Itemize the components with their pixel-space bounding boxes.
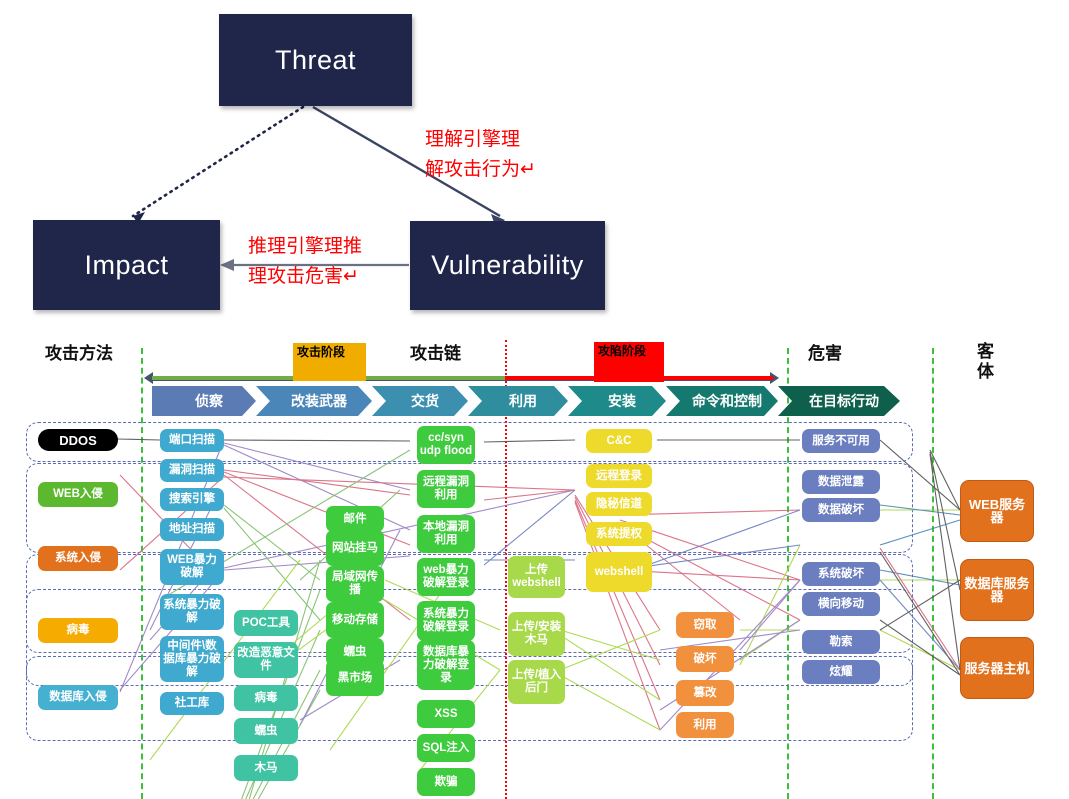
header-object: 客体: [977, 342, 994, 381]
node-trojan-weapon[interactable]: 木马: [234, 755, 298, 781]
node-system-brute-login[interactable]: 系统暴力破解登录: [417, 601, 475, 641]
kill-chain-stage-label: 在目标行动: [809, 393, 879, 409]
node-ransom[interactable]: 勒索: [802, 630, 880, 654]
kill-chain-stage-4[interactable]: 利用: [468, 386, 568, 416]
vulnerability-to-impact-arrowhead: [220, 259, 234, 271]
node-worm-weapon[interactable]: 蠕虫: [234, 718, 298, 744]
node-db-brute-login[interactable]: 数据库暴力破解登录: [417, 640, 475, 690]
separator-harm-object: [932, 348, 934, 799]
kill-chain-stage-label: 利用: [509, 393, 537, 409]
node-database-server[interactable]: 数据库服务器: [960, 559, 1034, 621]
node-system-intrusion[interactable]: 系统入侵: [38, 546, 118, 571]
node-vuln-scan[interactable]: 漏洞扫描: [160, 459, 224, 482]
node-web-server[interactable]: WEB服务器: [960, 480, 1034, 542]
node-service-unavailable[interactable]: 服务不可用: [802, 429, 880, 453]
node-middleware-db-brute[interactable]: 中间件\数据库暴力破解: [160, 636, 224, 682]
vulnerability-label: Vulnerability: [431, 250, 584, 280]
node-steal[interactable]: 窃取: [676, 612, 734, 638]
understand-engine-line1: 理解引擎理: [425, 129, 521, 150]
header-attack-method: 攻击方法: [45, 344, 113, 363]
kill-chain-stage-2[interactable]: 改装武器: [256, 386, 372, 416]
infer-engine-annotation: 推理引擎理推 理攻击危害↵: [248, 232, 362, 292]
node-local-exploit[interactable]: 本地漏洞利用: [417, 515, 475, 553]
node-virus[interactable]: 病毒: [38, 618, 118, 643]
node-address-scan[interactable]: 地址扫描: [160, 518, 224, 541]
kill-chain-stage-6[interactable]: 命令和控制: [666, 386, 778, 416]
kill-chain-stage-5[interactable]: 安装: [568, 386, 666, 416]
node-xss[interactable]: XSS: [417, 700, 475, 728]
node-black-market[interactable]: 黑市场: [326, 660, 384, 696]
node-remote-exploit[interactable]: 远程漏洞利用: [417, 470, 475, 508]
node-removable-storage[interactable]: 移动存储: [326, 602, 384, 638]
node-implant-backdoor[interactable]: 上传/植入后门: [508, 660, 565, 704]
node-social-library[interactable]: 社工库: [160, 692, 224, 715]
kill-chain-stage-label: 交货: [411, 393, 439, 409]
node-virus-weapon[interactable]: 病毒: [234, 685, 298, 711]
node-sql-injection[interactable]: SQL注入: [417, 734, 475, 762]
node-destroy[interactable]: 破坏: [676, 646, 734, 672]
node-data-leak[interactable]: 数据泄露: [802, 470, 880, 494]
header-harm: 危害: [808, 344, 842, 363]
node-search-engine[interactable]: 搜索引擎: [160, 488, 224, 511]
node-lateral-movement[interactable]: 横向移动: [802, 592, 880, 616]
node-tamper[interactable]: 篡改: [676, 680, 734, 706]
node-email[interactable]: 邮件: [326, 506, 384, 532]
breach-stage-tag: 攻陷阶段: [594, 342, 664, 382]
node-port-scan[interactable]: 端口扫描: [160, 429, 224, 452]
node-upload-webshell[interactable]: 上传webshell: [508, 556, 565, 598]
node-database-intrusion[interactable]: 数据库入侵: [38, 685, 118, 710]
infer-engine-line2: 理攻击危害↵: [248, 266, 359, 287]
node-website-trojan[interactable]: 网站挂马: [326, 530, 384, 566]
threat-vulnerability-impact-diagram: Threat Impact Vulnerability 理解引擎理 解攻击行为↵…: [0, 0, 1069, 330]
impact-box: Impact: [33, 220, 220, 310]
kill-chain-stage-label: 改装武器: [291, 393, 347, 409]
node-upload-trojan[interactable]: 上传/安装木马: [508, 612, 565, 656]
node-data-damage[interactable]: 数据破坏: [802, 498, 880, 522]
node-deception[interactable]: 欺骗: [417, 768, 475, 796]
node-system-damage[interactable]: 系统破坏: [802, 562, 880, 586]
threat-to-impact-dotted-line: [131, 105, 305, 218]
understand-engine-annotation: 理解引擎理 解攻击行为↵: [425, 125, 536, 185]
node-webshell[interactable]: webshell: [586, 552, 652, 592]
kill-chain-stage-label: 侦察: [195, 393, 223, 409]
node-poc-tool[interactable]: POC工具: [234, 610, 298, 636]
node-web-intrusion[interactable]: WEB入侵: [38, 482, 118, 507]
node-cc-syn-udp-flood[interactable]: cc/syn udp flood: [417, 426, 475, 464]
node-show-off[interactable]: 炫耀: [802, 660, 880, 684]
infer-engine-line1: 推理引擎理推: [248, 236, 363, 257]
threat-box: Threat: [219, 14, 412, 106]
vulnerability-box: Vulnerability: [410, 221, 605, 310]
node-web-brute[interactable]: WEB暴力破解: [160, 549, 224, 585]
attack-chain-matrix: 攻击方法 攻击链 危害 客体 攻击阶段 攻陷阶段 侦察 改装武器 交货 利用 安装 命令和…: [0, 330, 1069, 799]
header-attack-chain: 攻击链: [410, 344, 461, 363]
kill-chain-band: 侦察 改装武器 交货 利用 安装 命令和控制 在目标行动: [152, 386, 900, 416]
attack-stage-tag: 攻击阶段: [293, 343, 366, 381]
kill-chain-stage-label: 命令和控制: [692, 393, 762, 409]
threat-label: Threat: [274, 44, 357, 75]
node-web-brute-login[interactable]: web暴力破解登录: [417, 558, 475, 596]
node-c2[interactable]: C&C: [586, 429, 652, 453]
impact-label: Impact: [84, 249, 169, 280]
kill-chain-stage-3[interactable]: 交货: [372, 386, 468, 416]
node-covert-channel[interactable]: 隐秘信道: [586, 492, 652, 516]
kill-chain-stage-1[interactable]: 侦察: [152, 386, 256, 416]
node-exploit-objective[interactable]: 利用: [676, 712, 734, 738]
node-privilege-escalation[interactable]: 系统提权: [586, 522, 652, 546]
node-remote-login[interactable]: 远程登录: [586, 464, 652, 488]
node-ddos[interactable]: DDOS: [38, 429, 118, 451]
understand-engine-line2: 解攻击行为↵: [425, 159, 536, 180]
node-lan-spread[interactable]: 局域网传播: [326, 566, 384, 602]
kill-chain-stage-7[interactable]: 在目标行动: [778, 386, 900, 416]
node-host-server[interactable]: 服务器主机: [960, 637, 1034, 699]
kill-chain-stage-label: 安装: [608, 393, 636, 409]
node-modify-malware[interactable]: 改造恶意文件: [234, 642, 298, 678]
node-system-brute[interactable]: 系统暴力破解: [160, 594, 224, 630]
